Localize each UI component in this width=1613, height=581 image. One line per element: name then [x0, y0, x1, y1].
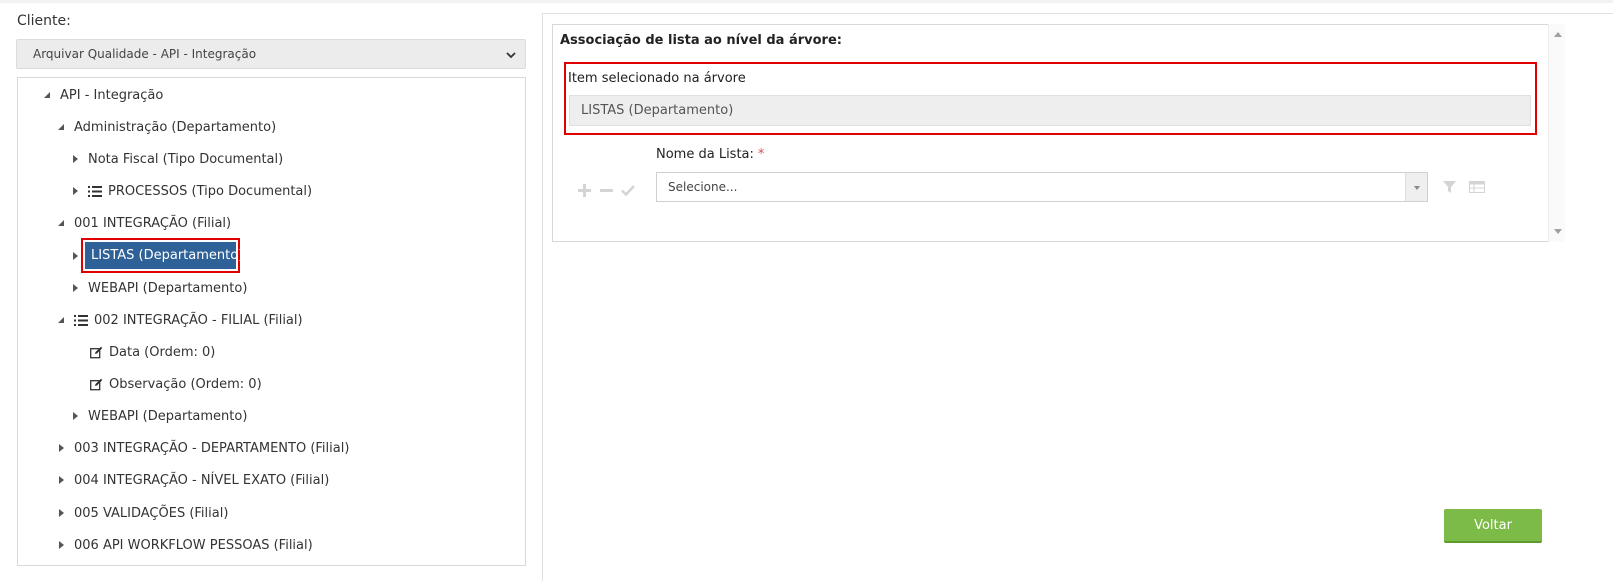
card-title: Associação de lista ao nível da árvore: — [560, 33, 842, 48]
tree-node[interactable]: 004 INTEGRAÇÃO - NÍVEL EXATO (Filial) — [54, 469, 329, 491]
expanded-arrow-icon[interactable] — [54, 120, 68, 134]
collapsed-arrow-icon[interactable] — [54, 538, 68, 552]
filter-icon[interactable] — [1443, 181, 1456, 193]
expanded-arrow-icon[interactable] — [40, 88, 54, 102]
expanded-arrow-icon[interactable] — [54, 216, 68, 230]
tree-node-label: Data (Ordem: 0) — [109, 344, 216, 360]
tree-node[interactable]: 002 INTEGRAÇÃO - FILIAL (Filial) — [54, 309, 303, 331]
tree-node-label: 003 INTEGRAÇÃO - DEPARTAMENTO (Filial) — [74, 440, 350, 456]
dropdown-toggle[interactable] — [1405, 173, 1427, 201]
tree-node[interactable]: Nota Fiscal (Tipo Documental) — [68, 148, 283, 170]
list-name-label-text: Nome da Lista: — [656, 147, 754, 162]
collapsed-arrow-icon[interactable] — [54, 473, 68, 487]
selected-item-label: Item selecionado na árvore — [568, 71, 746, 86]
tree-node[interactable]: 003 INTEGRAÇÃO - DEPARTAMENTO (Filial) — [54, 437, 349, 459]
tree-node-root[interactable]: API - Integração — [40, 84, 163, 106]
minus-icon[interactable] — [600, 184, 613, 197]
chevron-down-icon — [506, 52, 516, 59]
tree-node[interactable]: 001 INTEGRAÇÃO (Filial) — [54, 212, 231, 234]
tree-node[interactable]: 005 VALIDAÇÕES (Filial) — [54, 502, 228, 524]
card-scrollbar[interactable] — [1548, 24, 1565, 242]
list-icon — [88, 185, 102, 197]
tree-node-label: API - Integração — [60, 87, 164, 103]
selected-item-value: LISTAS (Departamento) — [581, 103, 734, 118]
collapsed-arrow-icon[interactable] — [68, 409, 82, 423]
cliente-select[interactable]: Arquivar Qualidade - API - Integração — [16, 39, 526, 69]
caret-down-icon — [1414, 186, 1420, 190]
tree-node-label: 001 INTEGRAÇÃO (Filial) — [74, 215, 232, 231]
tree-node-label: WEBAPI (Departamento) — [88, 280, 248, 296]
collapsed-arrow-icon[interactable] — [68, 281, 82, 295]
scroll-down-icon[interactable] — [1554, 229, 1562, 234]
tree-node-label: Nota Fiscal (Tipo Documental) — [88, 151, 284, 167]
tree-node-label: WEBAPI (Departamento) — [88, 408, 248, 424]
collapsed-arrow-icon[interactable] — [68, 152, 82, 166]
tree-node[interactable]: WEBAPI (Departamento) — [68, 277, 247, 299]
back-button[interactable]: Voltar — [1444, 509, 1542, 543]
list-name-select[interactable]: Selecione... — [656, 172, 1428, 202]
top-divider — [0, 0, 1613, 3]
list-name-label: Nome da Lista: * — [656, 147, 764, 162]
tree-node[interactable]: WEBAPI (Departamento) — [68, 405, 247, 427]
list-name-select-value: Selecione... — [668, 180, 738, 194]
tree-node-label: Administração (Departamento) — [74, 119, 277, 135]
tree-node-label: PROCESSOS (Tipo Documental) — [108, 183, 313, 199]
collapsed-arrow-icon[interactable] — [54, 441, 68, 455]
tree-node-label: 006 API WORKFLOW PESSOAS (Filial) — [74, 537, 313, 553]
tree-node[interactable]: 006 API WORKFLOW PESSOAS (Filial) — [54, 534, 313, 556]
list-icon — [74, 314, 88, 326]
edit-icon — [90, 378, 103, 390]
tree-node-label: 005 VALIDAÇÕES (Filial) — [74, 505, 229, 521]
cliente-label: Cliente: — [17, 13, 71, 29]
tree-node-label: 002 INTEGRAÇÃO - FILIAL (Filial) — [94, 312, 303, 328]
table-icon[interactable] — [1469, 181, 1485, 193]
selected-item-field: LISTAS (Departamento) — [569, 95, 1531, 126]
cliente-select-value: Arquivar Qualidade - API - Integração — [33, 47, 257, 61]
edit-icon — [90, 346, 103, 358]
tree-node-label: 004 INTEGRAÇÃO - NÍVEL EXATO (Filial) — [74, 472, 330, 488]
tree-node[interactable]: Administração (Departamento) — [54, 116, 276, 138]
tree-node-selected[interactable]: LISTAS (Departamento) — [85, 242, 243, 269]
selected-node-highlight: LISTAS (Departamento) — [81, 238, 243, 273]
required-mark: * — [757, 147, 765, 162]
tree-node[interactable]: Observação (Ordem: 0) — [90, 373, 262, 395]
tree-node[interactable]: Data (Ordem: 0) — [90, 341, 215, 363]
tree-panel: API - Integração Administração (Departam… — [17, 77, 526, 566]
collapsed-arrow-icon[interactable] — [68, 249, 82, 263]
check-icon[interactable] — [621, 184, 635, 197]
expanded-arrow-icon[interactable] — [54, 313, 68, 327]
collapsed-arrow-icon[interactable] — [68, 184, 82, 198]
plus-icon[interactable] — [578, 184, 591, 197]
collapsed-arrow-icon[interactable] — [54, 506, 68, 520]
scroll-up-icon[interactable] — [1554, 32, 1562, 37]
tree-node[interactable]: PROCESSOS (Tipo Documental) — [68, 180, 312, 202]
tree-node-label: Observação (Ordem: 0) — [109, 376, 262, 392]
